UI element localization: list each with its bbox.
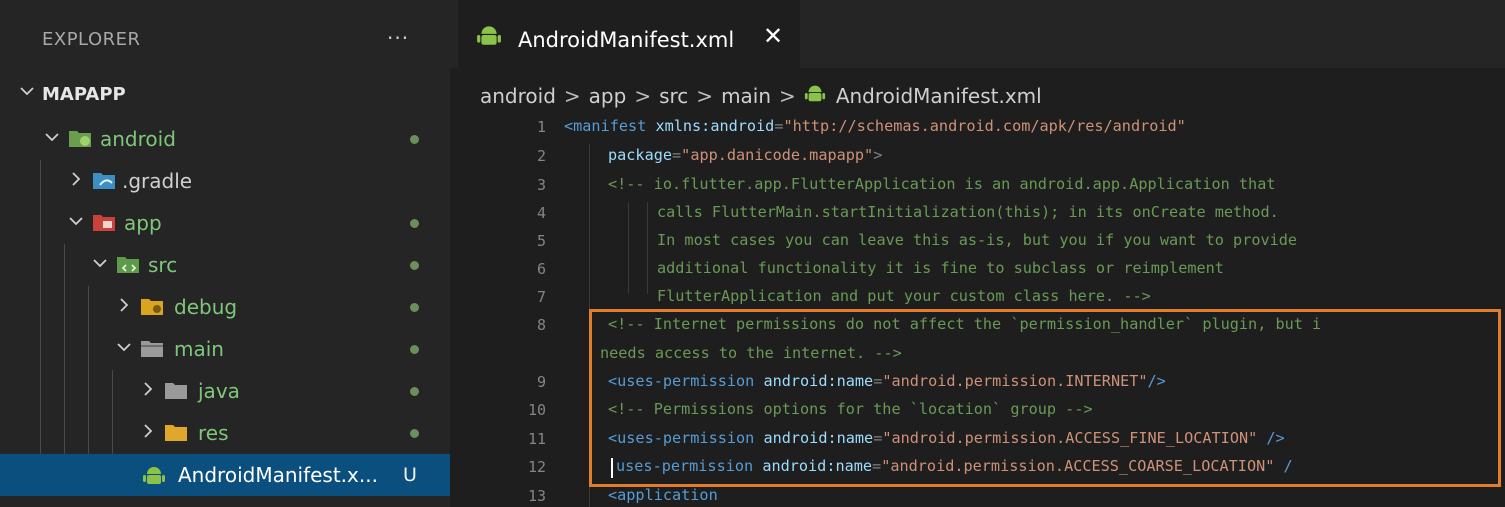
line-number: 5 bbox=[536, 232, 546, 250]
explorer-sidebar: EXPLORER ··· MAPAPP android .gradle app … bbox=[0, 0, 450, 507]
android-icon bbox=[142, 463, 166, 485]
folder-open-icon bbox=[140, 337, 164, 359]
tree-item-label: main bbox=[174, 337, 224, 361]
line-number: 2 bbox=[536, 147, 546, 165]
tree-item-label: src bbox=[148, 253, 178, 277]
res-folder-icon bbox=[164, 421, 188, 443]
breadcrumb-app[interactable]: app bbox=[589, 84, 627, 108]
folder-icon bbox=[164, 379, 188, 401]
code-line-13: <application bbox=[608, 486, 718, 504]
tree-item-main[interactable]: main bbox=[0, 328, 450, 370]
code-line-7: FlutterApplication and put your custom c… bbox=[657, 287, 1151, 305]
chevron-right-icon bbox=[68, 171, 84, 191]
code-token: package bbox=[608, 146, 673, 164]
tree-item-android[interactable]: android bbox=[0, 118, 450, 160]
code-line-1: <manifest xmlns:android="http://schemas.… bbox=[564, 117, 1186, 135]
code-line-2: package="app.danicode.mapapp"> bbox=[608, 146, 882, 164]
breadcrumb-separator: > bbox=[634, 83, 652, 108]
highlight-annotation-box bbox=[589, 309, 1501, 487]
line-number: 11 bbox=[527, 430, 546, 448]
tab-bar: AndroidManifest.xml ✕ bbox=[450, 0, 1505, 68]
git-status-dot bbox=[410, 261, 419, 270]
line-number: 4 bbox=[536, 204, 546, 222]
code-line-3: <!-- io.flutter.app.FlutterApplication i… bbox=[608, 175, 1276, 193]
indent-guide bbox=[647, 202, 648, 294]
editor-area: AndroidManifest.xml ✕ android > app > sr… bbox=[450, 0, 1505, 507]
explorer-header: EXPLORER ··· bbox=[0, 0, 450, 68]
line-number: 6 bbox=[536, 260, 546, 278]
line-number: 8 bbox=[536, 316, 546, 334]
tree-item-java[interactable]: java bbox=[0, 370, 450, 412]
git-status-dot bbox=[410, 429, 419, 438]
close-icon[interactable]: ✕ bbox=[763, 22, 783, 50]
line-number: 10 bbox=[527, 401, 546, 419]
line-number: 12 bbox=[527, 458, 546, 476]
git-status-dot bbox=[410, 387, 419, 396]
explorer-title: EXPLORER bbox=[42, 29, 141, 50]
chevron-down-icon bbox=[116, 339, 132, 359]
breadcrumb-file[interactable]: AndroidManifest.xml bbox=[836, 84, 1042, 108]
tree-item-debug[interactable]: debug bbox=[0, 286, 450, 328]
workspace-section-header[interactable]: MAPAPP bbox=[0, 72, 450, 116]
chevron-down-icon bbox=[44, 129, 60, 149]
tree-item-androidmanifest[interactable]: AndroidManifest.x... U bbox=[0, 454, 450, 496]
tree-item-gradle[interactable]: .gradle bbox=[0, 160, 450, 202]
line-number: 13 bbox=[527, 487, 546, 505]
breadcrumb-src[interactable]: src bbox=[659, 84, 688, 108]
breadcrumb-separator: > bbox=[696, 83, 714, 108]
src-folder-icon bbox=[116, 253, 140, 275]
git-status-dot bbox=[410, 303, 419, 312]
code-token: "http://schemas.android.com/apk/res/andr… bbox=[783, 117, 1186, 135]
tree-item-label: .gradle bbox=[122, 169, 193, 193]
chevron-right-icon bbox=[116, 297, 132, 317]
tree-item-label: res bbox=[198, 421, 229, 445]
breadcrumb-separator: > bbox=[563, 83, 581, 108]
code-line-6: additional functionality it is fine to s… bbox=[657, 259, 1224, 277]
code-line-5: In most cases you can leave this as-is, … bbox=[657, 231, 1298, 249]
code-token: = bbox=[672, 146, 682, 164]
code-token: xmlns:android bbox=[655, 117, 775, 135]
line-number: 9 bbox=[536, 373, 546, 391]
chevron-down-icon bbox=[68, 213, 84, 233]
git-status-untracked: U bbox=[403, 464, 417, 486]
code-line-4: calls FlutterMain.startInitialization(th… bbox=[657, 203, 1279, 221]
tab-androidmanifest[interactable]: AndroidManifest.xml ✕ bbox=[458, 0, 800, 68]
code-token: > bbox=[873, 146, 883, 164]
tree-item-label: android bbox=[100, 127, 176, 151]
breadcrumb: android > app > src > main > AndroidMani… bbox=[480, 82, 1042, 109]
tree-item-label: AndroidManifest.x... bbox=[178, 463, 378, 487]
tree-item-app[interactable]: app bbox=[0, 202, 450, 244]
android-icon bbox=[804, 82, 826, 109]
line-number: 1 bbox=[536, 118, 546, 136]
tree-item-src[interactable]: src bbox=[0, 244, 450, 286]
tab-label: AndroidManifest.xml bbox=[518, 28, 735, 52]
android-folder-icon bbox=[68, 127, 92, 149]
workspace-name: MAPAPP bbox=[42, 84, 126, 105]
tree-item-label: debug bbox=[174, 295, 238, 319]
android-icon bbox=[476, 22, 502, 52]
chevron-down-icon bbox=[18, 82, 36, 104]
breadcrumb-android[interactable]: android bbox=[480, 84, 556, 108]
tree-item-label: java bbox=[198, 379, 240, 403]
chevron-right-icon bbox=[140, 381, 156, 401]
git-status-dot bbox=[410, 219, 419, 228]
tree-item-res[interactable]: res bbox=[0, 412, 450, 454]
gradle-folder-icon bbox=[92, 169, 116, 191]
breadcrumb-main[interactable]: main bbox=[721, 84, 771, 108]
tree-item-label: app bbox=[124, 211, 162, 235]
app-folder-icon bbox=[92, 211, 116, 233]
debug-folder-icon bbox=[140, 295, 164, 317]
indent-guide bbox=[628, 202, 629, 294]
chevron-down-icon bbox=[92, 255, 108, 275]
chevron-right-icon bbox=[140, 423, 156, 443]
code-token: <application bbox=[608, 486, 718, 504]
code-token: <manifest bbox=[564, 117, 647, 135]
line-number: 7 bbox=[536, 288, 546, 306]
git-status-dot bbox=[410, 345, 419, 354]
more-actions-button[interactable]: ··· bbox=[387, 26, 409, 50]
breadcrumb-separator: > bbox=[779, 83, 796, 108]
line-number: 3 bbox=[536, 176, 546, 194]
git-status-dot bbox=[410, 135, 419, 144]
code-token: "app.danicode.mapapp" bbox=[681, 146, 874, 164]
